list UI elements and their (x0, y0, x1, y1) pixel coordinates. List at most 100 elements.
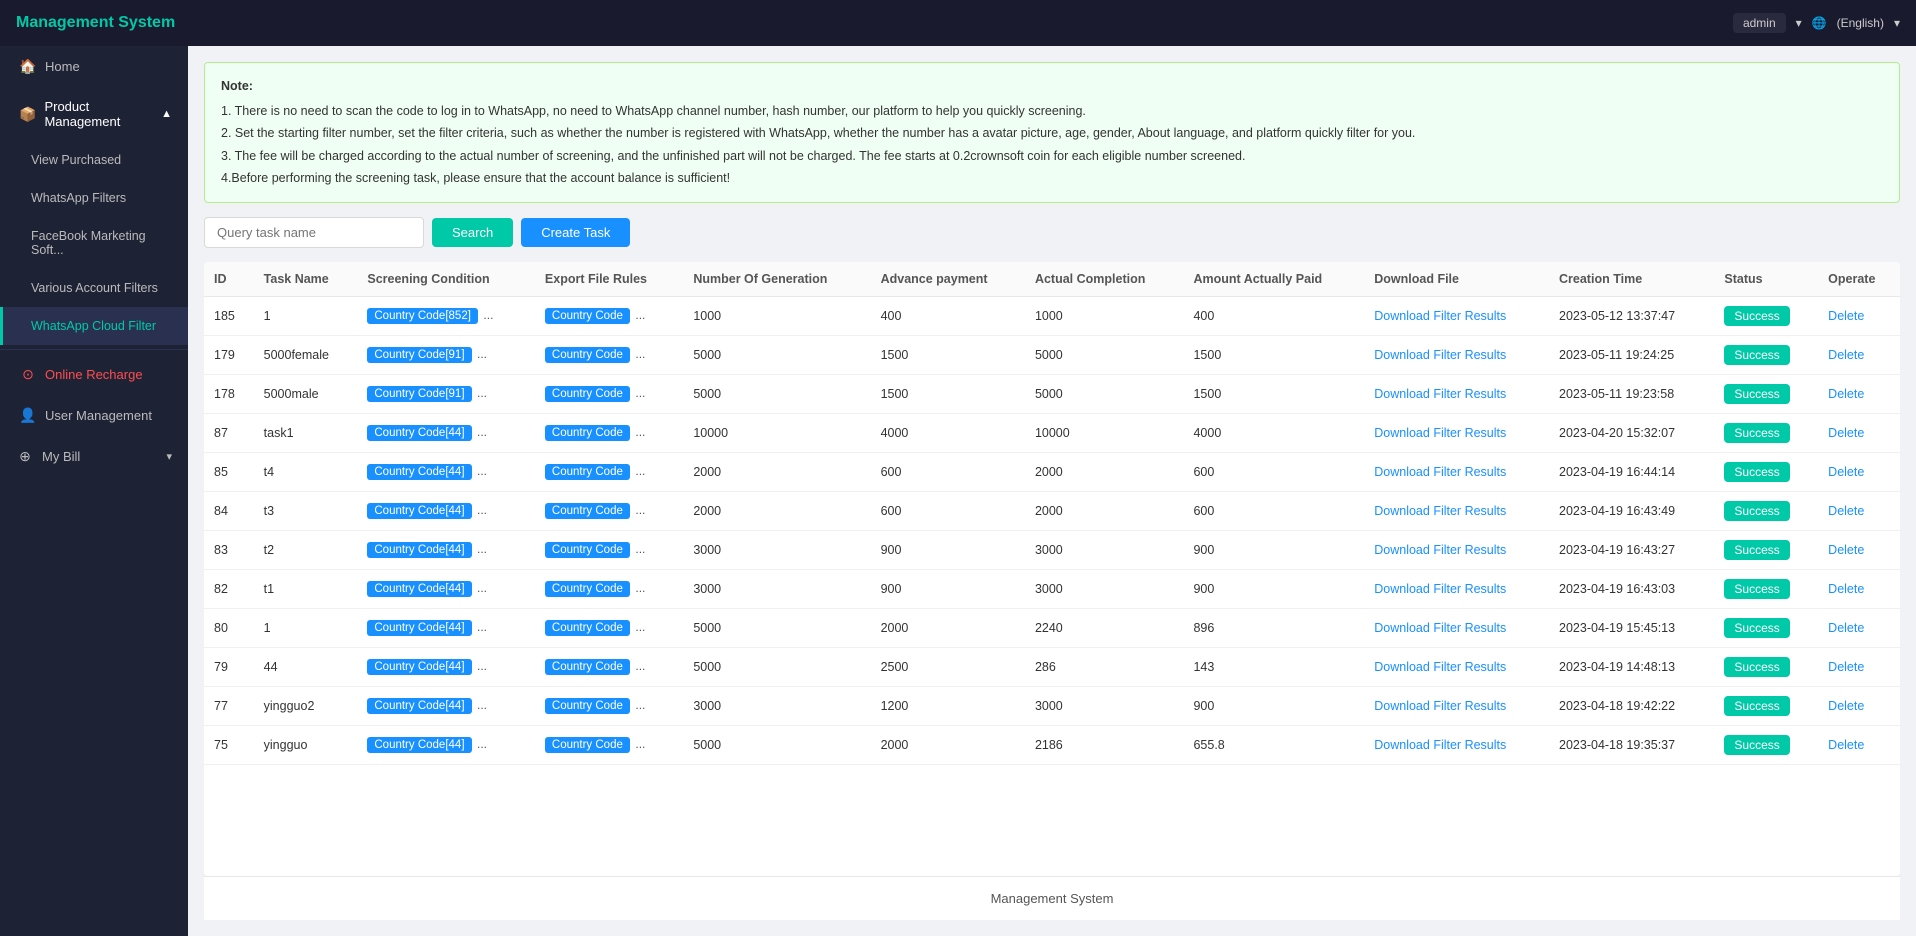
cell-operate[interactable]: Delete (1818, 296, 1900, 335)
col-operate: Operate (1818, 262, 1900, 297)
sidebar-item-product-management[interactable]: 📦 Product Management ▲ (0, 87, 188, 141)
export-ellipsis: ... (635, 464, 645, 478)
status-badge: Success (1724, 657, 1789, 677)
download-link[interactable]: Download Filter Results (1374, 309, 1506, 323)
cell-download[interactable]: Download Filter Results (1364, 335, 1549, 374)
sidebar-divider (0, 349, 188, 350)
cell-screening: Country Code[44] ... (357, 608, 535, 647)
user-label[interactable]: admin (1733, 13, 1786, 33)
note-line-1: 1. There is no need to scan the code to … (221, 100, 1883, 123)
cell-operate[interactable]: Delete (1818, 491, 1900, 530)
delete-button[interactable]: Delete (1828, 465, 1864, 479)
download-link[interactable]: Download Filter Results (1374, 699, 1506, 713)
export-ellipsis: ... (635, 737, 645, 751)
delete-button[interactable]: Delete (1828, 543, 1864, 557)
table-row: 75 yingguo Country Code[44] ... Country … (204, 725, 1900, 764)
download-link[interactable]: Download Filter Results (1374, 621, 1506, 635)
download-link[interactable]: Download Filter Results (1374, 582, 1506, 596)
cell-status: Success (1714, 725, 1818, 764)
cell-operate[interactable]: Delete (1818, 374, 1900, 413)
cell-operate[interactable]: Delete (1818, 569, 1900, 608)
cell-operate[interactable]: Delete (1818, 608, 1900, 647)
cell-download[interactable]: Download Filter Results (1364, 452, 1549, 491)
sidebar-item-user-management[interactable]: 👤 User Management (0, 395, 188, 436)
bill-icon: ⊕ (16, 448, 34, 465)
cell-download[interactable]: Download Filter Results (1364, 569, 1549, 608)
search-button[interactable]: Search (432, 218, 513, 247)
delete-button[interactable]: Delete (1828, 699, 1864, 713)
screening-ellipsis: ... (477, 347, 487, 361)
download-link[interactable]: Download Filter Results (1374, 504, 1506, 518)
cell-amount: 655.8 (1183, 725, 1364, 764)
delete-button[interactable]: Delete (1828, 738, 1864, 752)
col-export: Export File Rules (535, 262, 683, 297)
cell-screening: Country Code[44] ... (357, 413, 535, 452)
download-link[interactable]: Download Filter Results (1374, 738, 1506, 752)
sidebar-item-various-account-filters[interactable]: Various Account Filters (0, 269, 188, 307)
cell-operate[interactable]: Delete (1818, 452, 1900, 491)
download-link[interactable]: Download Filter Results (1374, 426, 1506, 440)
cell-screening: Country Code[44] ... (357, 686, 535, 725)
sidebar-item-view-purchased[interactable]: View Purchased (0, 141, 188, 179)
cell-download[interactable]: Download Filter Results (1364, 725, 1549, 764)
delete-button[interactable]: Delete (1828, 387, 1864, 401)
delete-button[interactable]: Delete (1828, 621, 1864, 635)
download-link[interactable]: Download Filter Results (1374, 465, 1506, 479)
delete-button[interactable]: Delete (1828, 426, 1864, 440)
cell-download[interactable]: Download Filter Results (1364, 374, 1549, 413)
sidebar-item-home[interactable]: 🏠 Home (0, 46, 188, 87)
cell-advance: 1500 (871, 374, 1025, 413)
cell-download[interactable]: Download Filter Results (1364, 491, 1549, 530)
delete-button[interactable]: Delete (1828, 660, 1864, 674)
col-actual: Actual Completion (1025, 262, 1184, 297)
create-task-button[interactable]: Create Task (521, 218, 630, 247)
sidebar-product-submenu: View Purchased WhatsApp Filters FaceBook… (0, 141, 188, 345)
sidebar-item-online-recharge[interactable]: ⊙ Online Recharge (0, 354, 188, 395)
download-link[interactable]: Download Filter Results (1374, 348, 1506, 362)
cell-time: 2023-05-11 19:24:25 (1549, 335, 1714, 374)
cell-export: Country Code ... (535, 608, 683, 647)
cell-download[interactable]: Download Filter Results (1364, 608, 1549, 647)
cell-download[interactable]: Download Filter Results (1364, 686, 1549, 725)
cell-operate[interactable]: Delete (1818, 335, 1900, 374)
cell-task-name: 44 (254, 647, 358, 686)
sidebar-view-purchased-label: View Purchased (31, 153, 121, 167)
delete-button[interactable]: Delete (1828, 348, 1864, 362)
sidebar-item-whatsapp-cloud-filter[interactable]: WhatsApp Cloud Filter (0, 307, 188, 345)
cell-download[interactable]: Download Filter Results (1364, 296, 1549, 335)
sidebar-item-whatsapp-filters[interactable]: WhatsApp Filters (0, 179, 188, 217)
cell-operate[interactable]: Delete (1818, 725, 1900, 764)
cell-operate[interactable]: Delete (1818, 530, 1900, 569)
sidebar-item-my-bill[interactable]: ⊕ My Bill ▾ (0, 436, 188, 477)
cell-advance: 2000 (871, 725, 1025, 764)
download-link[interactable]: Download Filter Results (1374, 543, 1506, 557)
cell-operate[interactable]: Delete (1818, 686, 1900, 725)
cell-task-name: 5000male (254, 374, 358, 413)
cell-amount: 1500 (1183, 374, 1364, 413)
cell-amount: 900 (1183, 530, 1364, 569)
download-link[interactable]: Download Filter Results (1374, 660, 1506, 674)
cell-operate[interactable]: Delete (1818, 413, 1900, 452)
language-selector[interactable]: (English) (1837, 16, 1884, 30)
delete-button[interactable]: Delete (1828, 309, 1864, 323)
cell-download[interactable]: Download Filter Results (1364, 530, 1549, 569)
cell-advance: 900 (871, 569, 1025, 608)
cell-amount: 600 (1183, 491, 1364, 530)
cell-status: Success (1714, 374, 1818, 413)
cell-download[interactable]: Download Filter Results (1364, 413, 1549, 452)
delete-button[interactable]: Delete (1828, 504, 1864, 518)
search-input[interactable] (204, 217, 424, 248)
col-advance: Advance payment (871, 262, 1025, 297)
cell-operate[interactable]: Delete (1818, 647, 1900, 686)
cell-screening: Country Code[852] ... (357, 296, 535, 335)
download-link[interactable]: Download Filter Results (1374, 387, 1506, 401)
screening-tag: Country Code[852] (367, 308, 478, 324)
table-row: 80 1 Country Code[44] ... Country Code .… (204, 608, 1900, 647)
delete-button[interactable]: Delete (1828, 582, 1864, 596)
footer-text: Management System (991, 891, 1114, 906)
sidebar-item-facebook-marketing[interactable]: FaceBook Marketing Soft... (0, 217, 188, 269)
cell-generation: 3000 (683, 569, 870, 608)
cell-generation: 5000 (683, 725, 870, 764)
table-row: 185 1 Country Code[852] ... Country Code… (204, 296, 1900, 335)
cell-download[interactable]: Download Filter Results (1364, 647, 1549, 686)
